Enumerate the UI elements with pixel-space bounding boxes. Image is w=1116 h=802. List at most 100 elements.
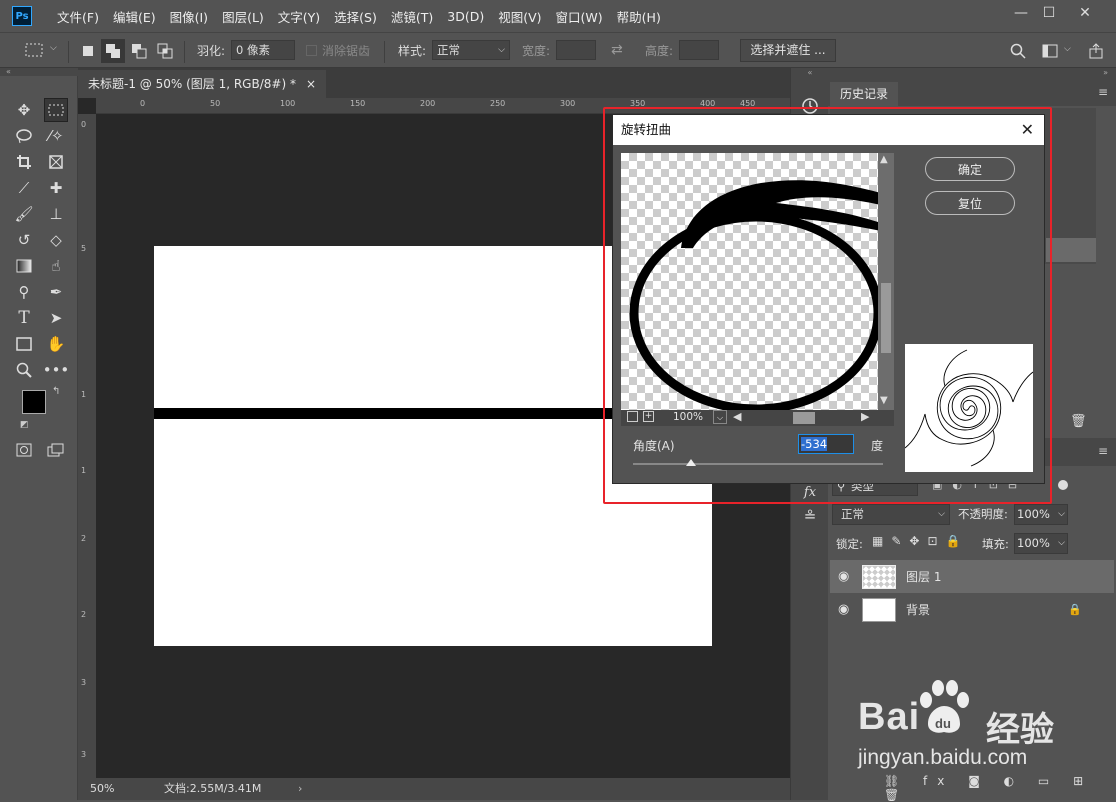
- clone-source-icon[interactable]: ≗: [798, 504, 822, 528]
- collapse-icon[interactable]: «: [0, 68, 78, 76]
- menu-image[interactable]: 图像(I): [163, 7, 215, 26]
- new-selection-icon[interactable]: [76, 39, 100, 63]
- width-input[interactable]: [556, 40, 596, 60]
- width-label: 宽度:: [522, 44, 551, 58]
- menu-type[interactable]: 文字(Y): [271, 7, 327, 26]
- ruler-tick: 1: [81, 466, 87, 475]
- menu-view[interactable]: 视图(V): [491, 7, 548, 26]
- brush-tool-icon[interactable]: 🖌: [12, 202, 36, 226]
- visibility-eye-icon[interactable]: ◉: [838, 569, 849, 584]
- layer-name: 图层 1: [906, 570, 942, 584]
- screen-mode-icon[interactable]: [44, 438, 68, 462]
- ruler-tick: 2: [81, 610, 87, 619]
- collapse-right-icon[interactable]: »: [828, 68, 1116, 80]
- antialias-checkbox[interactable]: [306, 45, 317, 56]
- history-state-selected[interactable]: [1046, 238, 1096, 262]
- height-input[interactable]: [679, 40, 719, 60]
- brand-text: Bai: [858, 696, 921, 738]
- menu-file[interactable]: 文件(F): [50, 7, 106, 26]
- default-colors-icon[interactable]: ◩: [20, 420, 29, 430]
- zoom-level[interactable]: 50%: [90, 778, 114, 800]
- crop-tool-icon[interactable]: [12, 150, 36, 174]
- rect-marquee-tool-icon[interactable]: [44, 98, 68, 122]
- collapse-panels-icon[interactable]: «: [791, 68, 829, 80]
- url-text: jingyan.baidu.com: [858, 746, 1028, 769]
- menu-3d[interactable]: 3D(D): [440, 9, 491, 24]
- menu-layer[interactable]: 图层(L): [215, 7, 271, 26]
- lock-icons[interactable]: ▦✎✥⊡🔒: [872, 534, 968, 548]
- menu-filter[interactable]: 滤镜(T): [384, 7, 440, 26]
- marquee-preset-icon[interactable]: [22, 38, 46, 62]
- dodge-tool-icon[interactable]: ⚲: [12, 280, 36, 304]
- visibility-eye-icon[interactable]: ◉: [838, 602, 849, 617]
- panel-menu-icon[interactable]: ≡: [1098, 85, 1108, 99]
- search-icon[interactable]: [1006, 39, 1030, 63]
- lasso-tool-icon[interactable]: [12, 124, 36, 148]
- fill-input[interactable]: 100% ⌵: [1014, 533, 1068, 554]
- ruler-tick: 50: [210, 99, 221, 108]
- smudge-tool-icon[interactable]: ☝: [44, 254, 68, 278]
- photoshop-logo: Ps: [12, 6, 32, 26]
- lock-label: 锁定:: [836, 537, 863, 551]
- magic-wand-tool-icon[interactable]: ⁄✧: [44, 124, 68, 148]
- filter-toggle-icon[interactable]: [1058, 480, 1068, 490]
- share-icon[interactable]: [1084, 39, 1108, 63]
- close-tab-icon[interactable]: ×: [306, 70, 316, 98]
- menu-bar: Ps 文件(F) 编辑(E) 图像(I) 图层(L) 文字(Y) 选择(S) 滤…: [0, 0, 1116, 32]
- vertical-ruler: 0 5 1 1 2 2 3 3: [78, 114, 96, 782]
- swap-icon[interactable]: ⇄: [611, 42, 623, 58]
- feather-input[interactable]: 0 像素: [231, 40, 295, 60]
- more-tools-icon[interactable]: •••: [43, 358, 70, 382]
- zoom-tool-icon[interactable]: [12, 358, 36, 382]
- chevron-down-icon[interactable]: ⌵: [50, 43, 57, 53]
- delete-history-icon[interactable]: 🗑: [1070, 414, 1087, 429]
- feather-label: 羽化:: [197, 44, 226, 58]
- healing-brush-tool-icon[interactable]: ✚: [44, 176, 68, 200]
- layers-menu-icon[interactable]: ≡: [1098, 444, 1108, 458]
- opacity-input[interactable]: 100% ⌵: [1014, 504, 1068, 525]
- workspace-chevron-icon[interactable]: ⌵: [1064, 44, 1071, 54]
- eyedropper-tool-icon[interactable]: ⟋: [12, 176, 36, 200]
- menu-select[interactable]: 选择(S): [327, 7, 384, 26]
- gradient-tool-icon[interactable]: [12, 254, 36, 278]
- subtract-selection-icon[interactable]: [127, 39, 151, 63]
- select-and-mask-button[interactable]: 选择并遮住 ...: [740, 39, 836, 62]
- status-arrow-icon[interactable]: ›: [298, 778, 302, 800]
- style-select[interactable]: 正常 ⌵: [432, 40, 510, 60]
- ruler-tick: 5: [81, 244, 87, 253]
- add-selection-icon[interactable]: [101, 39, 125, 63]
- svg-text:du: du: [935, 716, 951, 731]
- close-window-icon[interactable]: ✕: [1070, 0, 1100, 26]
- foreground-color-swatch[interactable]: [22, 390, 46, 414]
- blend-mode-value: 正常: [841, 507, 864, 521]
- pen-tool-icon[interactable]: ✒: [44, 280, 68, 304]
- frame-tool-icon[interactable]: [44, 150, 68, 174]
- path-selection-tool-icon[interactable]: ➤: [44, 306, 68, 330]
- type-tool-icon[interactable]: T: [12, 306, 36, 330]
- eraser-tool-icon[interactable]: ◇: [44, 228, 68, 252]
- workspace-icon[interactable]: [1038, 39, 1062, 63]
- maximize-icon[interactable]: ☐: [1034, 0, 1064, 26]
- swap-colors-icon[interactable]: ↰: [52, 386, 60, 397]
- minimize-icon[interactable]: —: [1006, 0, 1036, 26]
- antialias-label: 消除锯齿: [322, 44, 371, 58]
- clone-stamp-tool-icon[interactable]: ⊥: [44, 202, 68, 226]
- layer-row[interactable]: ◉ 背景 🔒: [830, 593, 1114, 626]
- layer-row[interactable]: ◉ 图层 1: [830, 560, 1114, 593]
- ruler-tick: 3: [81, 750, 87, 759]
- history-brush-tool-icon[interactable]: ↺: [12, 228, 36, 252]
- menu-edit[interactable]: 编辑(E): [106, 7, 163, 26]
- intersect-selection-icon[interactable]: [153, 39, 177, 63]
- menu-help[interactable]: 帮助(H): [610, 7, 668, 26]
- hand-tool-icon[interactable]: ✋: [44, 332, 68, 356]
- menu-window[interactable]: 窗口(W): [549, 7, 610, 26]
- quick-mask-icon[interactable]: [12, 438, 36, 462]
- rectangle-tool-icon[interactable]: [12, 332, 36, 356]
- document-tab[interactable]: 未标题-1 @ 50% (图层 1, RGB/8#) * ×: [78, 70, 327, 98]
- product-text: 经验: [986, 710, 1054, 750]
- move-tool-icon[interactable]: ✥: [12, 98, 36, 122]
- paw-logo-icon: du: [916, 680, 970, 736]
- blend-mode-select[interactable]: 正常 ⌵: [832, 504, 950, 525]
- history-tab[interactable]: 历史记录: [830, 82, 899, 106]
- baidu-watermark: du Bai 经验 jingyan.baidu.com: [848, 676, 1116, 800]
